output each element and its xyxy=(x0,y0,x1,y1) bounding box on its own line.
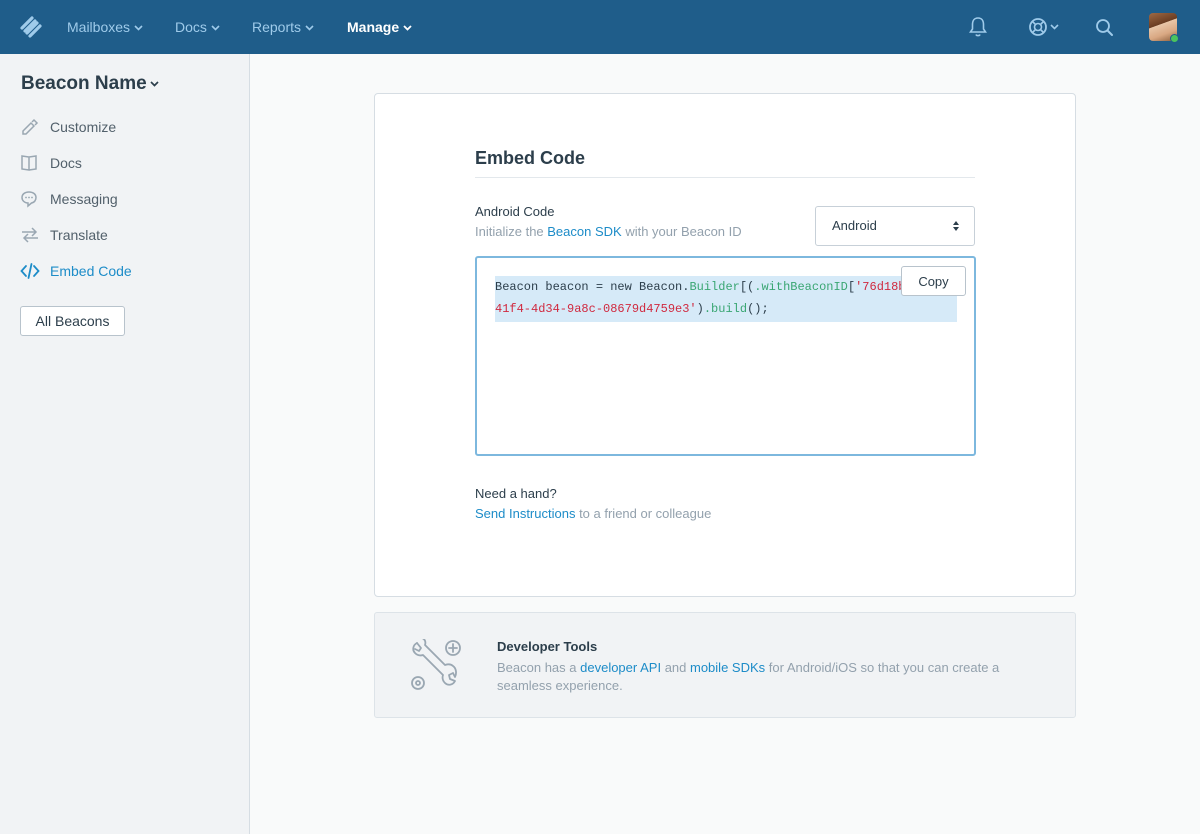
sidebar: Beacon Name Customize Docs Messaging Tra… xyxy=(0,54,250,834)
nav-docs-label: Docs xyxy=(175,19,207,35)
send-instructions-link[interactable]: Send Instructions xyxy=(475,506,575,521)
sidebar-item-label: Embed Code xyxy=(50,263,132,279)
sidebar-item-label: Messaging xyxy=(50,191,118,207)
nav-mailboxes-label: Mailboxes xyxy=(67,19,131,35)
tools-icon xyxy=(411,639,461,690)
field-help-text: Initialize the Beacon SDK with your Beac… xyxy=(475,224,742,239)
help-text-after: with your Beacon ID xyxy=(621,224,742,239)
chevron-down-icon xyxy=(150,81,159,87)
code-token: 41f4-4d34-9a8c-08679d4759e3' xyxy=(495,302,697,316)
dev-text-1: Beacon has a xyxy=(497,660,581,675)
chevron-down-icon xyxy=(134,25,143,31)
nav-reports-label: Reports xyxy=(252,19,302,35)
chevron-down-icon xyxy=(305,25,314,31)
code-line-1: Beacon beacon = new Beacon.Builder[(.wit… xyxy=(495,276,906,298)
platform-select-value: Android xyxy=(832,218,877,233)
field-label: Android Code xyxy=(475,204,555,219)
need-hand-heading: Need a hand? xyxy=(475,486,557,501)
search-icon[interactable] xyxy=(1095,15,1115,39)
chat-icon xyxy=(21,191,37,208)
code-token: '76d18b xyxy=(855,280,906,294)
developer-tools-text: Beacon has a developer API and mobile SD… xyxy=(497,659,1037,695)
code-token: [ xyxy=(847,280,856,294)
code-token: [( xyxy=(739,280,755,294)
help-text-before: Initialize the xyxy=(475,224,548,239)
online-status-dot xyxy=(1170,34,1179,43)
nav-manage-label: Manage xyxy=(347,19,400,35)
code-token: Builder xyxy=(689,280,740,294)
chevron-down-icon xyxy=(403,25,412,32)
select-arrows-icon xyxy=(953,221,959,231)
code-token: (); xyxy=(747,302,769,316)
beacon-sdk-link[interactable]: Beacon SDK xyxy=(547,224,621,239)
nav-mailboxes[interactable]: Mailboxes xyxy=(67,0,143,54)
code-icon xyxy=(20,263,40,279)
code-line-2: 41f4-4d34-9a8c-08679d4759e3').build(); xyxy=(495,298,769,320)
platform-select[interactable]: Android xyxy=(815,206,975,246)
bell-icon[interactable] xyxy=(968,15,988,39)
send-instructions-after: to a friend or colleague xyxy=(575,506,712,521)
developer-api-link[interactable]: developer API xyxy=(580,660,661,675)
sidebar-item-label: Customize xyxy=(50,119,117,135)
need-hand-text: Send Instructions to a friend or colleag… xyxy=(475,506,711,521)
embed-code-card: Embed Code Android Code Initialize the B… xyxy=(374,93,1076,597)
sidebar-item-label: Translate xyxy=(50,227,108,243)
mobile-sdks-link[interactable]: mobile SDKs xyxy=(690,660,765,675)
beacon-name-dropdown[interactable]: Beacon Name xyxy=(21,73,159,95)
code-token: .build xyxy=(703,302,748,316)
help-lifebuoy-icon[interactable] xyxy=(1028,15,1062,39)
copy-button[interactable]: Copy xyxy=(901,266,966,296)
dev-text-2: and xyxy=(661,660,690,675)
code-token: ) xyxy=(696,302,704,316)
page-title: Embed Code xyxy=(475,148,586,168)
helpscout-logo-icon[interactable] xyxy=(20,15,42,39)
swap-arrows-icon xyxy=(22,227,38,243)
developer-tools-title: Developer Tools xyxy=(497,639,598,654)
divider xyxy=(475,177,975,178)
developer-tools-card: Developer Tools Beacon has a developer A… xyxy=(374,612,1076,718)
sidebar-item-label: Docs xyxy=(50,155,82,171)
book-icon xyxy=(21,155,37,171)
all-beacons-button[interactable]: All Beacons xyxy=(20,306,125,336)
code-token: .withBeaconID xyxy=(754,280,848,294)
embed-code-textarea[interactable]: Beacon beacon = new Beacon.Builder[(.wit… xyxy=(475,256,976,456)
top-nav: Mailboxes Docs Reports Manage xyxy=(0,0,1200,54)
nav-manage[interactable]: Manage xyxy=(347,0,412,54)
nav-docs[interactable]: Docs xyxy=(175,0,220,54)
beacon-name-label: Beacon Name xyxy=(21,73,147,94)
code-token: Beacon beacon = new Beacon. xyxy=(495,280,690,294)
brush-icon xyxy=(22,118,39,135)
nav-reports[interactable]: Reports xyxy=(252,0,314,54)
chevron-down-icon xyxy=(211,25,220,31)
